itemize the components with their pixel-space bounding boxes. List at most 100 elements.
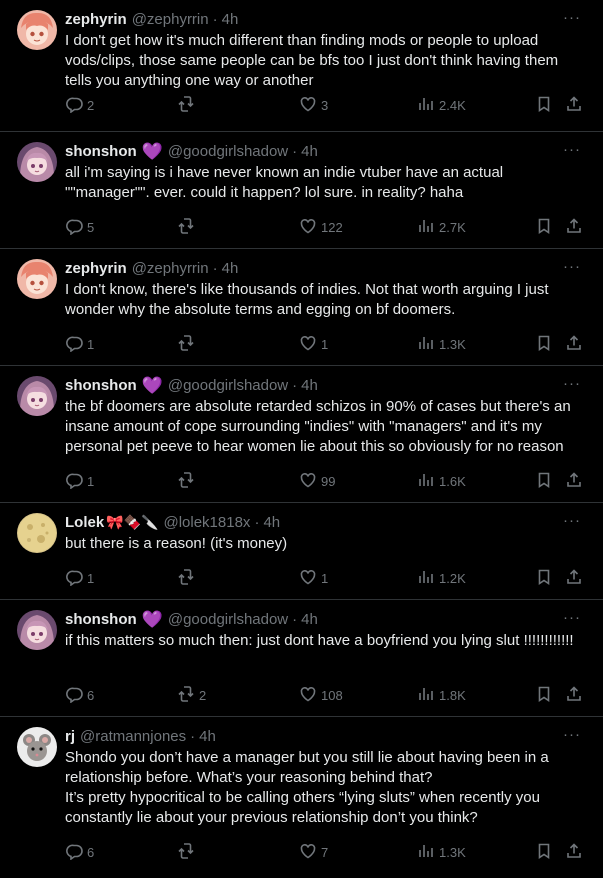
display-name[interactable]: shonshon	[65, 143, 137, 160]
like-button[interactable]: 1	[299, 568, 328, 589]
avatar[interactable]	[17, 10, 57, 50]
reply-button[interactable]: 5	[65, 217, 94, 238]
display-name[interactable]: zephyrin	[65, 11, 127, 28]
bookmark-button[interactable]	[535, 471, 553, 492]
retweet-button[interactable]	[177, 217, 199, 238]
timestamp[interactable]: 4h	[301, 143, 318, 160]
avatar[interactable]	[17, 259, 57, 299]
views-icon	[417, 842, 435, 863]
share-button[interactable]	[565, 334, 583, 355]
timestamp[interactable]: 4h	[301, 611, 318, 628]
tweet[interactable]: shonshon 💜 @goodgirlshadow · 4h ··· if this ma…	[0, 600, 603, 717]
display-name[interactable]: rj	[65, 728, 75, 745]
share-button[interactable]	[565, 471, 583, 492]
views-button[interactable]: 2.4K	[417, 95, 466, 116]
share-button[interactable]	[565, 95, 583, 116]
views-button[interactable]: 1.3K	[417, 842, 466, 863]
bookmark-button[interactable]	[535, 217, 553, 238]
more-icon[interactable]: ···	[563, 9, 581, 26]
retweet-button[interactable]	[177, 334, 199, 355]
share-button[interactable]	[565, 685, 583, 706]
reply-button[interactable]: 1	[65, 568, 94, 589]
views-button[interactable]: 1.2K	[417, 568, 466, 589]
display-name[interactable]: Lolek	[65, 514, 104, 531]
user-handle[interactable]: @zephyrrin	[132, 260, 209, 277]
like-button[interactable]: 1	[299, 334, 328, 355]
timestamp[interactable]: 4h	[222, 11, 239, 28]
views-button[interactable]: 2.7K	[417, 217, 466, 238]
display-name[interactable]: shonshon	[65, 611, 137, 628]
heart-icon	[299, 568, 317, 589]
name-emoji: 💜	[141, 375, 163, 395]
avatar[interactable]	[17, 610, 57, 650]
timestamp[interactable]: 4h	[199, 728, 216, 745]
user-handle[interactable]: @goodgirlshadow	[168, 143, 288, 160]
more-icon[interactable]: ···	[563, 141, 581, 158]
tweet[interactable]: shonshon 💜 @goodgirlshadow · 4h ··· the bf doo…	[0, 366, 603, 503]
more-icon[interactable]: ···	[563, 726, 581, 743]
tweet[interactable]: Lolek 🎀🍫🔪 @lolek1818x · 4h ··· but there is a …	[0, 503, 603, 600]
display-name[interactable]: zephyrin	[65, 260, 127, 277]
user-handle[interactable]: @zephyrrin	[132, 11, 209, 28]
avatar[interactable]	[17, 513, 57, 553]
user-handle[interactable]: @lolek1818x	[163, 514, 250, 531]
retweet-button[interactable]	[177, 842, 199, 863]
more-icon[interactable]: ···	[563, 258, 581, 275]
like-button[interactable]: 99	[299, 471, 335, 492]
retweet-button[interactable]	[177, 95, 199, 116]
share-button[interactable]	[565, 568, 583, 589]
reply-button[interactable]: 1	[65, 334, 94, 355]
avatar[interactable]	[17, 376, 57, 416]
heart-icon	[299, 95, 317, 116]
share-button[interactable]	[565, 842, 583, 863]
action-bar: 6 2 108 1.8K	[65, 684, 581, 706]
reply-button[interactable]: 6	[65, 685, 94, 706]
tweet-text: I don't know, there's like thousands of …	[65, 281, 553, 318]
timestamp[interactable]: 4h	[263, 514, 280, 531]
like-button[interactable]: 108	[299, 685, 343, 706]
views-button[interactable]: 1.3K	[417, 334, 466, 355]
views-button[interactable]: 1.6K	[417, 471, 466, 492]
bookmark-button[interactable]	[535, 95, 553, 116]
views-icon	[417, 217, 435, 238]
bookmark-button[interactable]	[535, 685, 553, 706]
display-name[interactable]: shonshon	[65, 377, 137, 394]
timestamp[interactable]: 4h	[222, 260, 239, 277]
bookmark-button[interactable]	[535, 842, 553, 863]
avatar[interactable]	[17, 727, 57, 767]
retweet-button[interactable]: 2	[177, 685, 206, 706]
tweet[interactable]: zephyrin @zephyrrin · 4h ··· I don't know, th…	[0, 249, 603, 366]
reply-button[interactable]: 6	[65, 842, 94, 863]
retweet-button[interactable]	[177, 471, 199, 492]
user-handle[interactable]: @ratmannjones	[80, 728, 186, 745]
bookmark-icon	[535, 471, 553, 492]
timestamp[interactable]: 4h	[301, 377, 318, 394]
share-icon	[565, 685, 583, 706]
user-handle[interactable]: @goodgirlshadow	[168, 611, 288, 628]
like-count: 7	[321, 844, 329, 860]
like-button[interactable]: 122	[299, 217, 343, 238]
name-emoji: 💜	[141, 609, 163, 629]
more-icon[interactable]: ···	[563, 512, 581, 529]
reply-icon	[65, 568, 83, 589]
reply-button[interactable]: 2	[65, 95, 94, 116]
more-icon[interactable]: ···	[563, 609, 581, 626]
tweet[interactable]: zephyrin @zephyrrin · 4h ··· I don't get how …	[0, 0, 603, 132]
action-bar: 5 122 2.7K	[65, 216, 581, 238]
bookmark-button[interactable]	[535, 568, 553, 589]
tweet[interactable]: rj @ratmannjones · 4h ··· Shondo you don’t ha…	[0, 717, 603, 878]
share-button[interactable]	[565, 217, 583, 238]
tweet[interactable]: shonshon 💜 @goodgirlshadow · 4h ··· all i'm sa…	[0, 132, 603, 249]
retweet-button[interactable]	[177, 568, 199, 589]
more-icon[interactable]: ···	[563, 375, 581, 392]
view-count: 2.4K	[439, 97, 466, 113]
like-button[interactable]: 3	[299, 95, 328, 116]
user-handle[interactable]: @goodgirlshadow	[168, 377, 288, 394]
bookmark-button[interactable]	[535, 334, 553, 355]
like-button[interactable]: 7	[299, 842, 328, 863]
reply-button[interactable]: 1	[65, 471, 94, 492]
avatar[interactable]	[17, 142, 57, 182]
views-button[interactable]: 1.8K	[417, 685, 466, 706]
views-icon	[417, 95, 435, 116]
action-bar: 1 99 1.6K	[65, 470, 581, 492]
